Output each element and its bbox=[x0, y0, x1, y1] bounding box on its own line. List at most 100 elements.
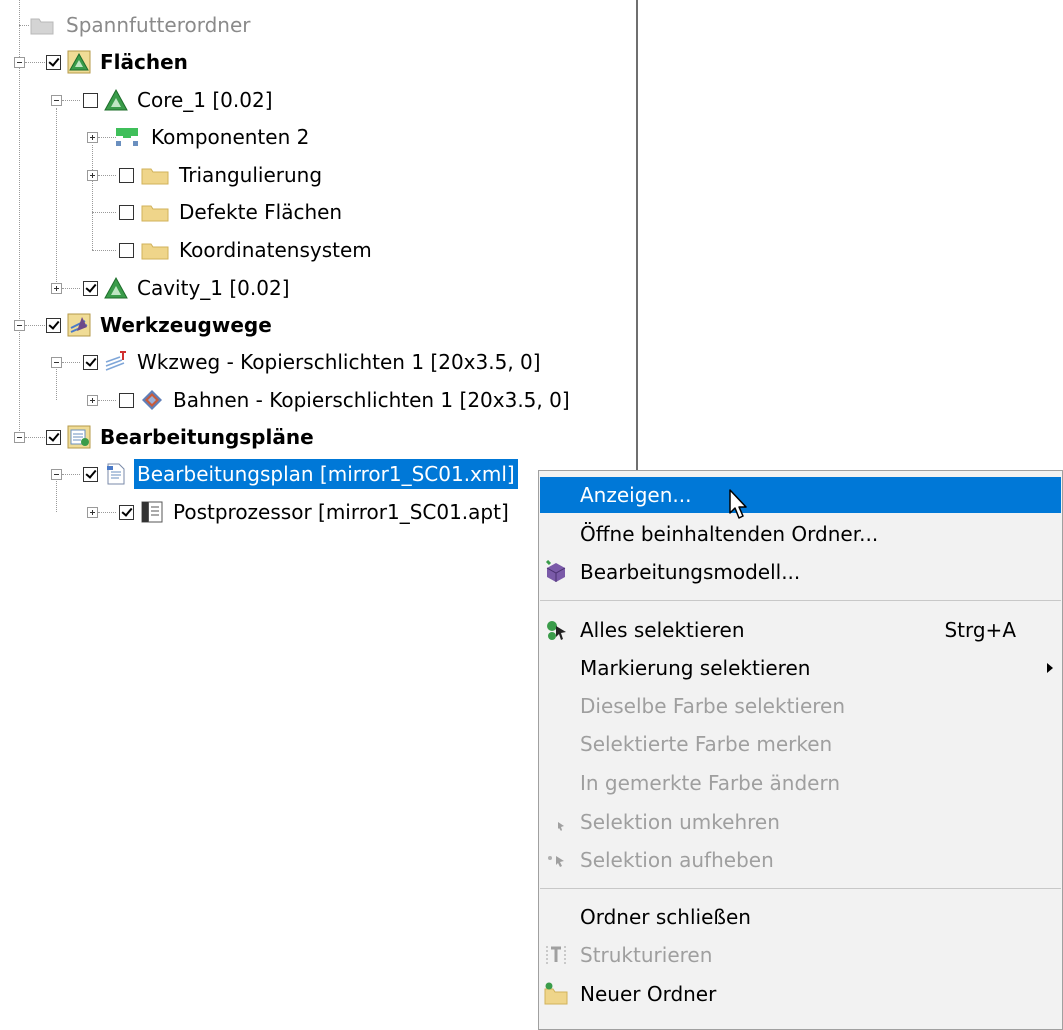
visibility-checkbox[interactable] bbox=[119, 242, 134, 258]
tree-connector bbox=[62, 288, 80, 289]
tree-item-label: Spannfutterordner bbox=[66, 13, 251, 37]
menu-item-label: Ordner schließen bbox=[580, 905, 751, 929]
tree-item-label: Bearbeitungsplan [mirror1_SC01.xml] bbox=[134, 459, 518, 489]
tree-item-defekte-flaechen[interactable]: Defekte Flächen bbox=[119, 194, 345, 230]
expand-button[interactable] bbox=[87, 395, 98, 406]
visibility-checkbox[interactable] bbox=[46, 317, 61, 333]
tree-item-flaechen[interactable]: Flächen bbox=[46, 44, 191, 80]
tree-connector bbox=[92, 250, 116, 251]
context-menu: Anzeigen... Öffne beinhaltenden Ordner..… bbox=[538, 470, 1063, 1030]
components-icon bbox=[112, 125, 142, 149]
folder-icon bbox=[140, 238, 170, 262]
tree-item-werkzeugwege[interactable]: Werkzeugwege bbox=[46, 307, 275, 343]
visibility-checkbox[interactable] bbox=[119, 167, 134, 183]
tree-item-label: Bahnen - Kopierschlichten 1 [20x3.5, 0] bbox=[173, 388, 570, 412]
visibility-checkbox[interactable] bbox=[119, 204, 134, 220]
menu-item-open-containing-folder[interactable]: Öffne beinhaltenden Ordner... bbox=[540, 516, 1061, 552]
tree-connector bbox=[98, 175, 116, 176]
visibility-checkbox[interactable] bbox=[83, 466, 98, 482]
menu-item-change-to-remembered-color: In gemerkte Farbe ändern bbox=[540, 765, 1061, 801]
tree-item-label: Koordinatensystem bbox=[179, 238, 372, 262]
machining-plans-group-icon bbox=[67, 425, 91, 449]
menu-item-bearbeitungsmodell[interactable]: Bearbeitungsmodell... bbox=[540, 554, 1061, 590]
menu-item-shortcut: Strg+A bbox=[944, 618, 1016, 642]
menu-item-label: Selektion umkehren bbox=[580, 810, 780, 834]
mouse-cursor-icon bbox=[729, 489, 747, 519]
expand-button[interactable] bbox=[51, 283, 62, 294]
collapse-button[interactable] bbox=[14, 57, 25, 68]
tree-item-label: Werkzeugwege bbox=[100, 313, 272, 337]
toolpaths-group-icon bbox=[67, 313, 91, 337]
tree-item-postprozessor[interactable]: Postprozessor [mirror1_SC01.apt] bbox=[119, 494, 512, 530]
tree-item-cavity-1[interactable]: Cavity_1 [0.02] bbox=[83, 270, 293, 306]
tree-connector bbox=[56, 366, 57, 400]
tree-connector bbox=[25, 437, 45, 438]
tree-connector bbox=[62, 474, 80, 475]
collapse-button[interactable] bbox=[14, 432, 25, 443]
menu-item-select-marking[interactable]: Markierung selektieren bbox=[540, 650, 1061, 686]
machining-plan-icon bbox=[104, 462, 128, 486]
tree-item-wkzweg[interactable]: Wkzweg - Kopierschlichten 1 [20x3.5, 0] bbox=[83, 344, 544, 380]
surfaces-group-icon bbox=[67, 50, 91, 74]
tree-item-core-1[interactable]: Core_1 [0.02] bbox=[83, 82, 276, 118]
select-all-icon bbox=[544, 618, 568, 642]
tree-item-label: Wkzweg - Kopierschlichten 1 [20x3.5, 0] bbox=[137, 350, 541, 374]
tree-item-label: Bearbeitungspläne bbox=[100, 425, 314, 449]
menu-item-label: Anzeigen... bbox=[580, 483, 692, 507]
menu-item-label: In gemerkte Farbe ändern bbox=[580, 771, 841, 795]
tree-item-komponenten[interactable]: Komponenten 2 bbox=[112, 119, 312, 155]
visibility-checkbox[interactable] bbox=[46, 429, 61, 445]
tree-connector bbox=[56, 108, 57, 288]
machining-model-icon bbox=[544, 559, 568, 584]
toolpath-icon bbox=[104, 350, 128, 374]
menu-item-invert-selection: Selektion umkehren bbox=[540, 804, 1061, 840]
collapse-button[interactable] bbox=[51, 469, 62, 480]
deselect-icon bbox=[544, 848, 568, 872]
tree-item-spannfutterordner[interactable]: Spannfutterordner bbox=[27, 7, 254, 43]
expand-button[interactable] bbox=[87, 170, 98, 181]
menu-item-label: Markierung selektieren bbox=[580, 656, 811, 680]
visibility-checkbox[interactable] bbox=[83, 280, 98, 296]
paths-icon bbox=[140, 388, 164, 412]
visibility-checkbox[interactable] bbox=[119, 392, 134, 408]
tree-connector bbox=[25, 62, 45, 63]
menu-item-close-folder[interactable]: Ordner schließen bbox=[540, 899, 1061, 935]
folder-icon bbox=[140, 200, 170, 224]
menu-item-deselect: Selektion aufheben bbox=[540, 842, 1061, 878]
visibility-checkbox[interactable] bbox=[83, 354, 98, 370]
collapse-button[interactable] bbox=[14, 320, 25, 331]
menu-item-new-folder[interactable]: Neuer Ordner bbox=[540, 976, 1061, 1012]
tree-item-label: Core_1 [0.02] bbox=[137, 88, 273, 112]
tree-item-label: Flächen bbox=[100, 50, 188, 74]
menu-item-anzeigen[interactable]: Anzeigen... bbox=[540, 477, 1061, 513]
surface-icon bbox=[104, 88, 128, 112]
new-folder-icon bbox=[544, 982, 568, 1006]
tree-item-label: Postprozessor [mirror1_SC01.apt] bbox=[173, 500, 509, 524]
tree-item-bahnen[interactable]: Bahnen - Kopierschlichten 1 [20x3.5, 0] bbox=[119, 382, 573, 418]
menu-item-structure: Strukturieren bbox=[540, 937, 1061, 973]
collapse-button[interactable] bbox=[51, 95, 62, 106]
expand-button[interactable] bbox=[87, 132, 98, 143]
expand-button[interactable] bbox=[87, 507, 98, 518]
menu-separator bbox=[540, 888, 1061, 889]
collapse-button[interactable] bbox=[51, 357, 62, 368]
visibility-checkbox[interactable] bbox=[119, 504, 134, 520]
invert-selection-icon bbox=[544, 810, 568, 834]
tree-item-triangulierung[interactable]: Triangulierung bbox=[119, 157, 325, 193]
tree-item-label: Defekte Flächen bbox=[179, 200, 343, 224]
menu-item-label: Neuer Ordner bbox=[580, 982, 717, 1006]
menu-item-label: Selektierte Farbe merken bbox=[580, 732, 833, 756]
tree-connector bbox=[92, 145, 93, 250]
menu-item-select-same-color: Dieselbe Farbe selektieren bbox=[540, 688, 1061, 724]
folder-gray-icon bbox=[27, 13, 57, 37]
surface-icon bbox=[104, 276, 128, 300]
menu-item-select-all[interactable]: Alles selektieren Strg+A bbox=[540, 612, 1061, 648]
tree-item-label: Triangulierung bbox=[179, 163, 323, 187]
visibility-checkbox[interactable] bbox=[83, 92, 98, 108]
tree-item-koordinatensystem[interactable]: Koordinatensystem bbox=[119, 232, 375, 268]
structure-icon bbox=[544, 943, 568, 967]
visibility-checkbox[interactable] bbox=[46, 54, 61, 70]
tree-item-bearbeitungsplaene[interactable]: Bearbeitungspläne bbox=[46, 419, 317, 455]
folder-icon bbox=[140, 163, 170, 187]
tree-item-bearbeitungsplan[interactable]: Bearbeitungsplan [mirror1_SC01.xml] bbox=[83, 456, 518, 492]
